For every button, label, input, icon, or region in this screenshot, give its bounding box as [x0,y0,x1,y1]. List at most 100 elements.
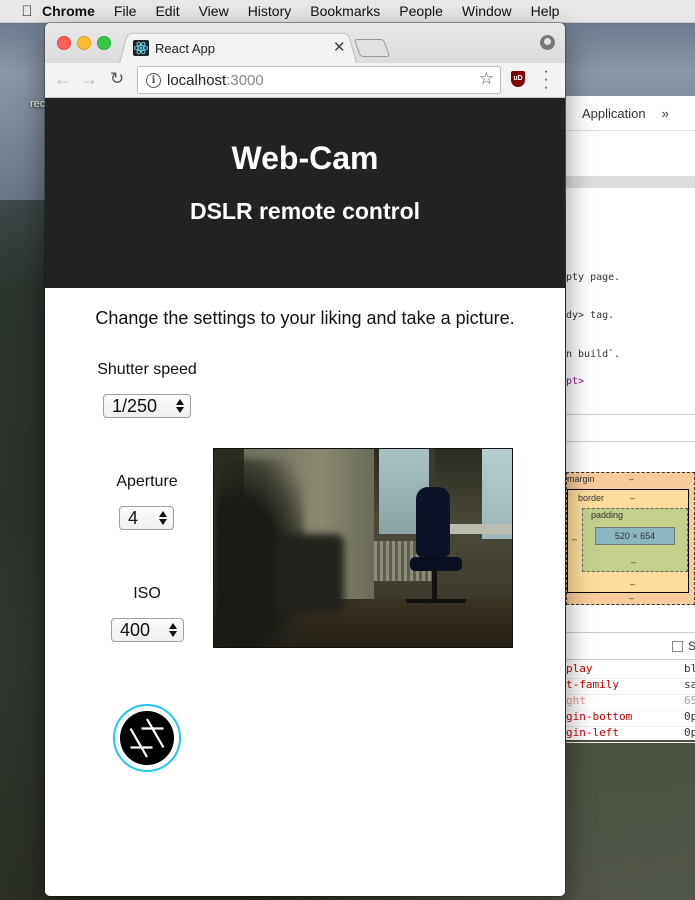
style-prop: ght [566,694,586,707]
browser-toolbar: ← → ↻ i localhost :3000 ☆ uD · · · [45,63,565,98]
menu-file[interactable]: File [114,3,137,19]
devtools-panel: Application » pty page. dy> tag. n build… [566,96,695,743]
computed-style-row[interactable]: gin-bottom 0p [566,710,695,727]
aperture-select[interactable]: 4 [119,506,174,530]
menu-bookmarks[interactable]: Bookmarks [310,3,380,19]
address-bar[interactable]: i localhost :3000 ☆ [137,66,501,94]
menu-view[interactable]: View [199,3,229,19]
style-val: 0p [684,710,695,723]
take-picture-button[interactable] [113,704,181,772]
box-model-padding-label: padding [591,510,624,520]
box-model-margin: margin – – border – – – padding – 520 × … [566,472,695,605]
computed-style-row[interactable]: gin-left 0p [566,726,695,743]
webcam-preview [213,448,513,648]
browser-tab-content[interactable]: React App [133,37,351,59]
devtools-divider [566,176,695,188]
select-arrows-icon [176,397,184,415]
browser-window: React App ✕ ← → ↻ i localhost :3000 ☆ uD… [45,23,565,896]
cam-desk [450,524,512,534]
page-subtitle: DSLR remote control [189,198,421,224]
devtools-separator [566,632,695,633]
devtools-tab-application[interactable]: Application [566,106,646,121]
camera-shutter-icon [120,711,174,765]
menu-window[interactable]: Window [462,3,512,19]
box-model-border-bottom: – [630,579,636,589]
profile-icon[interactable] [540,35,555,50]
code-line: n build`. [566,349,621,360]
react-logo-icon [133,40,149,56]
select-arrows-icon [169,621,177,639]
reload-icon[interactable]: ↻ [107,69,127,89]
style-val: 65 [684,694,695,707]
style-prop: play [566,662,593,675]
menu-app-chrome[interactable]: Chrome [42,3,95,19]
devtools-separator [566,414,695,415]
menu-history[interactable]: History [248,3,292,19]
devtools-separator [566,441,695,442]
styles-filter-label: S [688,639,695,653]
box-model-border-label: border [578,493,605,503]
menu-help[interactable]: Help [531,3,560,19]
cam-chair-base [406,599,466,603]
aperture-label: Aperture [116,473,178,490]
box-model-padding-bottom: – [631,557,637,567]
new-tab-button[interactable] [353,39,391,57]
window-close-button[interactable] [57,36,71,50]
intro-text: Change the settings to your liking and t… [95,308,515,328]
style-prop: gin-bottom [566,710,633,723]
desktop-cutoff-label: rec [30,98,46,110]
menu-people[interactable]: People [399,3,443,19]
url-host: localhost [167,71,227,89]
url-port: :3000 [226,71,264,89]
app-header: Web-Cam DSLR remote control [45,98,565,288]
mac-menubar:  Chrome File Edit View History Bookmark… [0,0,695,23]
devtools-tabbar: Application » [566,96,695,131]
code-line: dy> tag. [566,310,615,321]
cam-chair-post [432,569,437,599]
chrome-menu-icon[interactable]: · · · [541,64,551,96]
window-minimize-button[interactable] [77,36,91,50]
page-title: Web-Cam [231,140,379,176]
box-model-margin-bottom: – [629,593,635,603]
box-model-border-top: – [630,493,636,503]
styles-filter-checkbox[interactable] [672,641,683,652]
aperture-value: 4 [128,507,139,528]
back-arrow-icon[interactable]: ← [53,69,73,89]
cam-foreground-blur [274,534,344,614]
devtools-more-tabs-icon[interactable]: » [662,106,669,121]
browser-tab-title: React App [155,40,215,56]
box-model-border-left: – [572,534,578,544]
style-prop: t-family [566,678,619,691]
iso-select[interactable]: 400 [111,618,184,642]
box-model-border: border – – – padding – 520 × 654 [567,489,689,593]
computed-style-row[interactable]: t-family sa [566,678,695,695]
iso-value: 400 [120,619,151,640]
code-line: pt> [566,376,585,387]
apple-icon[interactable]:  [12,3,42,20]
style-val: bl [684,662,695,675]
tab-close-icon[interactable]: ✕ [333,38,346,56]
box-model-content: 520 × 654 [595,527,675,545]
style-val: sa [684,678,695,691]
style-val: 0p [684,726,695,739]
ublock-extension-icon[interactable]: uD [511,71,525,87]
shutter-speed-select[interactable]: 1/250 [103,394,191,418]
browser-titlebar: React App ✕ [45,23,565,66]
style-prop: gin-left [566,726,619,739]
page-content: Web-Cam DSLR remote control Change the s… [45,98,565,896]
code-line: pty page. [566,272,621,283]
computed-style-row[interactable]: play bl [566,662,695,679]
devtools-separator [566,659,695,660]
bookmark-star-icon[interactable]: ☆ [479,69,494,89]
computed-style-row[interactable]: ght 65 [566,694,695,711]
box-model-padding: padding – 520 × 654 [582,508,688,572]
iso-label: ISO [133,585,161,602]
forward-arrow-icon[interactable]: → [79,69,99,89]
cam-chair [416,487,450,557]
info-icon[interactable]: i [146,72,161,88]
window-maximize-button[interactable] [97,36,111,50]
select-arrows-icon [159,509,167,527]
menu-edit[interactable]: Edit [155,3,179,19]
box-model-margin-top: – [629,474,635,484]
shutter-speed-value: 1/250 [112,395,158,416]
